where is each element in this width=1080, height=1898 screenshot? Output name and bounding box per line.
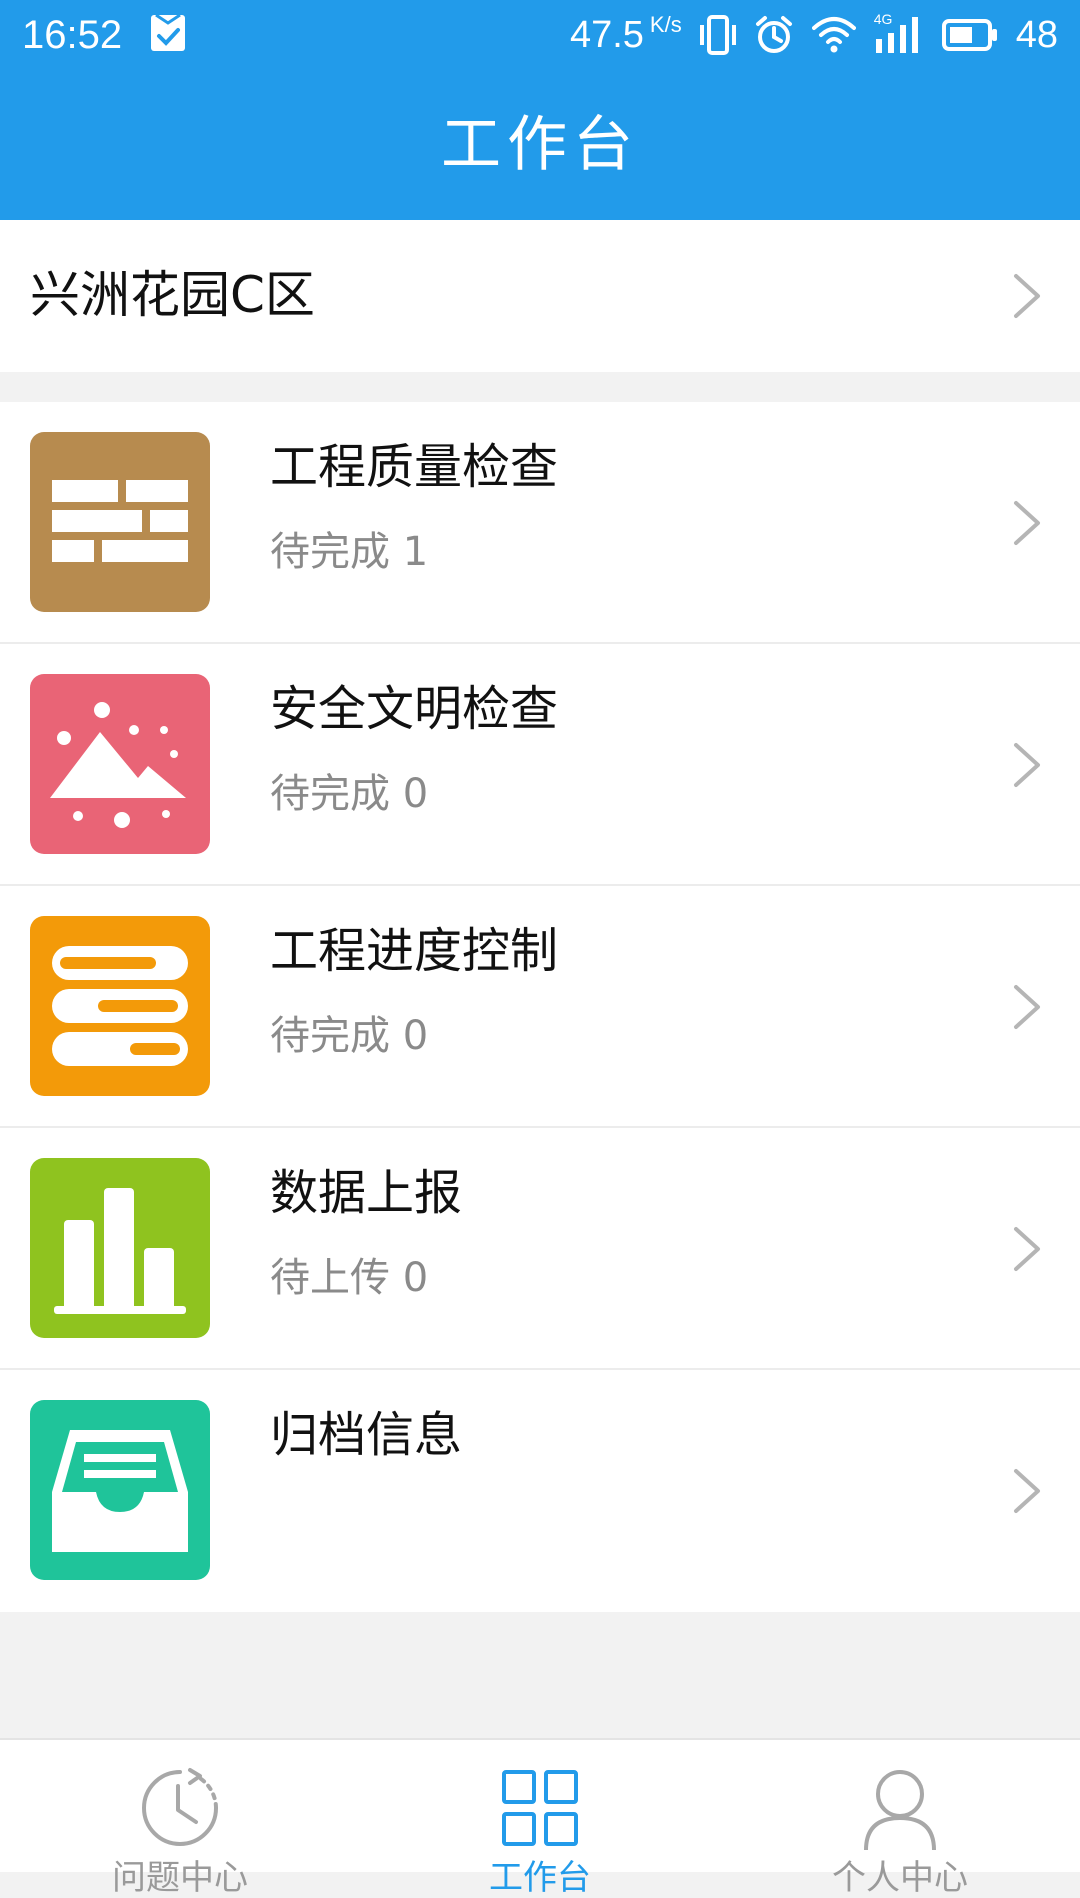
person-icon [864, 1770, 936, 1850]
list-item-safety-inspection[interactable]: 安全文明检查 待完成 0 [0, 644, 1080, 886]
item-status: 待完成 1 [270, 529, 429, 575]
list-item-progress-control[interactable]: 工程进度控制 待完成 0 [0, 886, 1080, 1128]
status-time: 16:52 [22, 13, 123, 57]
grid-icon [502, 1770, 578, 1846]
item-title: 安全文明检查 [270, 681, 559, 737]
speed-value: 47.5 [569, 13, 644, 56]
page-title: 工作台 [441, 110, 639, 180]
status-bar: 16:52 47.5 K/s 4G 48 [0, 0, 1080, 70]
tab-label: 个人中心 [832, 1858, 968, 1898]
chevron-right-icon [1014, 501, 1040, 545]
speed-unit: K/s [649, 11, 682, 37]
tab-problem-center[interactable]: 问题中心 [0, 1740, 360, 1898]
list-item-archive-info[interactable]: 归档信息 [0, 1370, 1080, 1612]
alarm-icon [755, 16, 792, 53]
chevron-right-icon [1014, 274, 1040, 318]
history-clock-icon [142, 1768, 218, 1846]
chevron-right-icon [1014, 985, 1040, 1029]
item-title: 工程质量检查 [270, 439, 559, 495]
brick-wall-icon [30, 432, 210, 612]
item-status: 待完成 0 [270, 771, 429, 817]
network-speed: 47.5 K/s [569, 11, 682, 57]
tab-workbench[interactable]: 工作台 [360, 1740, 720, 1898]
project-selector[interactable]: 兴洲花园C区 [0, 220, 1080, 372]
chevron-right-icon [1014, 1469, 1040, 1513]
item-title: 数据上报 [270, 1165, 463, 1221]
chevron-right-icon [1014, 1227, 1040, 1271]
list-item-quality-inspection[interactable]: 工程质量检查 待完成 1 [0, 402, 1080, 644]
signal-4g-icon: 4G [874, 11, 924, 55]
mountain-dust-icon [30, 674, 210, 854]
vibrate-icon [699, 15, 736, 55]
item-status: 待上传 0 [270, 1255, 429, 1301]
project-name: 兴洲花园C区 [30, 266, 315, 324]
chevron-right-icon [1014, 743, 1040, 787]
module-list: 工程质量检查 待完成 1 安全文明检查 待完成 0 工程进度控制 待完成 0 数… [0, 402, 1080, 1612]
item-title: 归档信息 [270, 1407, 463, 1463]
battery-level: 48 [1015, 13, 1058, 56]
list-item-data-report[interactable]: 数据上报 待上传 0 [0, 1128, 1080, 1370]
bar-chart-icon [30, 1158, 210, 1338]
tab-label: 工作台 [489, 1858, 591, 1898]
progress-bars-icon [30, 916, 210, 1096]
tab-personal-center[interactable]: 个人中心 [720, 1740, 1080, 1898]
wifi-icon [811, 17, 856, 53]
battery-icon [941, 19, 997, 51]
tab-label: 问题中心 [112, 1858, 248, 1898]
archive-tray-icon [30, 1400, 210, 1580]
app-header: 16:52 47.5 K/s 4G 48 工作台 [0, 0, 1080, 220]
bottom-tab-bar: 问题中心 工作台 个人中心 [0, 1738, 1080, 1898]
task-check-icon [151, 14, 185, 51]
item-status: 待完成 0 [270, 1013, 429, 1059]
item-title: 工程进度控制 [270, 923, 559, 979]
status-right: 47.5 K/s 4G 48 [570, 10, 1058, 60]
